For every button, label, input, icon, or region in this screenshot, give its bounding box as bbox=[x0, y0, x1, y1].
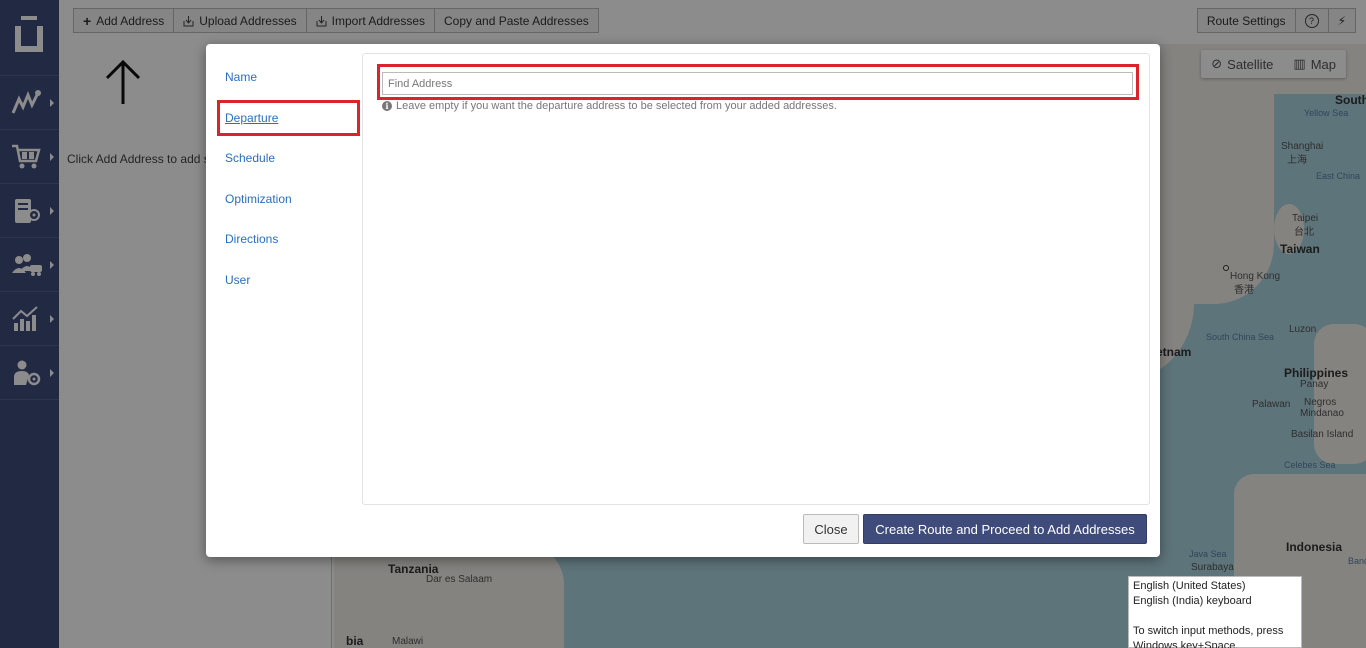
create-route-dialog: Name Departure Schedule Optimization Dir… bbox=[206, 44, 1160, 557]
nav-link-schedule[interactable]: Schedule bbox=[225, 151, 275, 165]
nav-link-departure[interactable]: Departure bbox=[225, 111, 278, 125]
find-address-input[interactable] bbox=[382, 72, 1133, 95]
nav-link-directions[interactable]: Directions bbox=[225, 232, 278, 246]
input-method-tooltip: English (United States) English (India) … bbox=[1128, 576, 1302, 648]
departure-helper-text: i Leave empty if you want the departure … bbox=[382, 100, 837, 112]
departure-section: i Leave empty if you want the departure … bbox=[362, 53, 1150, 505]
nav-link-user[interactable]: User bbox=[225, 273, 250, 287]
dialog-section-nav: Name Departure Schedule Optimization Dir… bbox=[206, 44, 362, 557]
close-button[interactable]: Close bbox=[803, 514, 859, 544]
nav-link-optimization[interactable]: Optimization bbox=[225, 192, 292, 206]
info-icon: i bbox=[382, 101, 392, 111]
create-route-button[interactable]: Create Route and Proceed to Add Addresse… bbox=[863, 514, 1147, 544]
nav-link-name[interactable]: Name bbox=[225, 70, 257, 84]
